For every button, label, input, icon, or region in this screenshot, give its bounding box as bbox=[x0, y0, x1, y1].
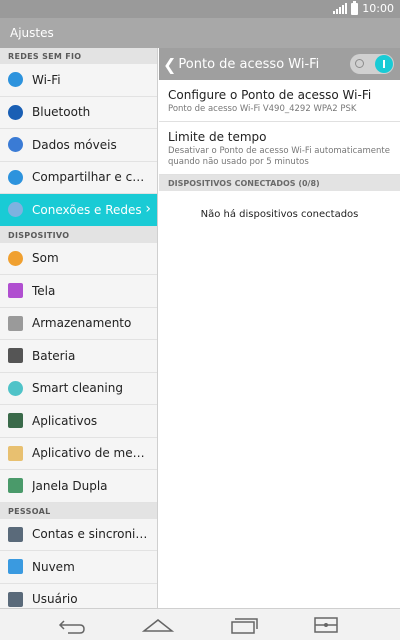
sidebar-item-messaging-app[interactable]: Aplicativo de mens… bbox=[0, 438, 157, 470]
sidebar-item-mobile-data[interactable]: Dados móveis bbox=[0, 129, 157, 162]
sidebar-item-bluetooth[interactable]: Bluetooth bbox=[0, 97, 157, 129]
sidebar-item-label: Smart cleaning bbox=[32, 381, 123, 396]
sidebar-item-label: Bluetooth bbox=[32, 105, 91, 120]
status-bar: 10:00 bbox=[0, 0, 400, 18]
clock: 10:00 bbox=[362, 2, 394, 15]
hotspot-toggle[interactable] bbox=[350, 54, 394, 74]
sidebar-item-dual-window[interactable]: Janela Dupla bbox=[0, 470, 157, 503]
sidebar-item-label: Usuário bbox=[32, 592, 78, 607]
time-limit-title: Limite de tempo bbox=[168, 130, 267, 144]
sidebar-item-apps[interactable]: Aplicativos bbox=[0, 405, 157, 438]
time-limit-subtitle: Desativar o Ponto de acesso Wi-Fi automa… bbox=[168, 146, 390, 167]
hotspot-panel: ❮ Ponto de acesso Wi-Fi Configure o Pont… bbox=[159, 48, 400, 608]
networks-icon bbox=[8, 202, 23, 218]
chevron-right-icon: › bbox=[145, 201, 151, 217]
connected-devices-header: DISPOSITIVOS CONECTADOS (0/8) bbox=[159, 175, 400, 191]
sidebar-item-label: Armazenamento bbox=[32, 316, 132, 331]
battery-status-icon bbox=[351, 0, 359, 15]
sidebar-item-label: Tela bbox=[32, 283, 56, 298]
section-header: REDES SEM FIO bbox=[0, 48, 157, 64]
configure-hotspot-subtitle: Ponto de acesso Wi-Fi V490_4292 WPA2 PSK bbox=[168, 104, 357, 114]
sidebar-item-wifi[interactable]: Wi-Fi bbox=[0, 64, 157, 97]
sidebar-item-networks[interactable]: Conexões e Redes › bbox=[0, 194, 157, 227]
app-title: Ajustes bbox=[10, 26, 54, 40]
sidebar-item-share-connect[interactable]: Compartilhar e con… bbox=[0, 162, 157, 194]
settings-sidebar: REDES SEM FIO Wi-Fi Bluetooth Dados móveis C… bbox=[0, 48, 158, 608]
messaging-app-icon bbox=[8, 445, 23, 461]
configure-hotspot-title: Configure o Ponto de acesso Wi-Fi bbox=[168, 88, 372, 102]
sidebar-item-battery[interactable]: Bateria bbox=[0, 340, 157, 373]
back-chevron-icon[interactable]: ❮ bbox=[163, 55, 176, 74]
wifi-icon bbox=[8, 72, 23, 88]
sound-icon bbox=[8, 250, 23, 266]
navigation-bar bbox=[0, 608, 400, 640]
cloud-icon bbox=[8, 559, 23, 575]
panel-title: Ponto de acesso Wi-Fi bbox=[178, 56, 320, 72]
section-header: DISPOSITIVO bbox=[0, 226, 157, 243]
sidebar-item-label: Wi-Fi bbox=[32, 72, 61, 87]
no-devices-message: Não há dispositivos conectados bbox=[200, 209, 359, 220]
sidebar-item-user[interactable]: Usuário bbox=[0, 584, 157, 609]
sidebar-item-label: Compartilhar e con… bbox=[32, 170, 148, 185]
smart-cleaning-icon bbox=[8, 380, 23, 396]
back-button-icon[interactable] bbox=[52, 613, 92, 637]
user-icon bbox=[8, 591, 23, 607]
panel-header: ❮ Ponto de acesso Wi-Fi bbox=[159, 48, 400, 80]
battery-icon bbox=[8, 348, 23, 364]
sidebar-item-label: Aplicativo de mens… bbox=[32, 446, 148, 461]
display-icon bbox=[8, 283, 23, 299]
dual-window-button-icon[interactable] bbox=[306, 613, 346, 637]
section-header: PESSOAL bbox=[0, 502, 157, 519]
storage-icon bbox=[8, 315, 23, 331]
sidebar-item-accounts-sync[interactable]: Contas e sincroniza… bbox=[0, 519, 157, 551]
sidebar-item-label: Janela Dupla bbox=[32, 478, 108, 493]
sidebar-item-label: Som bbox=[32, 251, 59, 266]
sidebar-item-label: Dados móveis bbox=[32, 137, 117, 152]
sidebar-item-label: Conexões e Redes bbox=[32, 202, 142, 217]
share-connect-icon bbox=[8, 169, 23, 185]
recent-apps-button-icon[interactable] bbox=[224, 613, 264, 637]
sidebar-item-label: Aplicativos bbox=[32, 413, 98, 428]
toggle-on-icon bbox=[375, 55, 393, 73]
sidebar-item-storage[interactable]: Armazenamento bbox=[0, 308, 157, 340]
accounts-sync-icon bbox=[8, 526, 23, 542]
dual-window-icon bbox=[8, 478, 23, 494]
toggle-off-icon bbox=[355, 59, 364, 68]
mobile-data-icon bbox=[8, 137, 23, 153]
sidebar-item-label: Bateria bbox=[32, 348, 76, 363]
sidebar-item-label: Contas e sincroniza… bbox=[32, 527, 148, 542]
configure-hotspot-row[interactable]: Configure o Ponto de acesso Wi-Fi Ponto … bbox=[159, 80, 400, 122]
sidebar-item-smart-cleaning[interactable]: Smart cleaning bbox=[0, 373, 157, 405]
app-bar: Ajustes bbox=[0, 18, 400, 48]
sidebar-item-sound[interactable]: Som bbox=[0, 243, 157, 275]
sidebar-item-display[interactable]: Tela bbox=[0, 275, 157, 308]
apps-icon bbox=[8, 413, 23, 429]
sidebar-item-cloud[interactable]: Nuvem bbox=[0, 551, 157, 584]
time-limit-row[interactable]: Limite de tempo Desativar o Ponto de ace… bbox=[159, 122, 400, 175]
home-button-icon[interactable] bbox=[138, 613, 178, 637]
signal-icon bbox=[333, 3, 348, 14]
sidebar-item-label: Nuvem bbox=[32, 559, 75, 574]
bluetooth-icon bbox=[8, 104, 23, 120]
